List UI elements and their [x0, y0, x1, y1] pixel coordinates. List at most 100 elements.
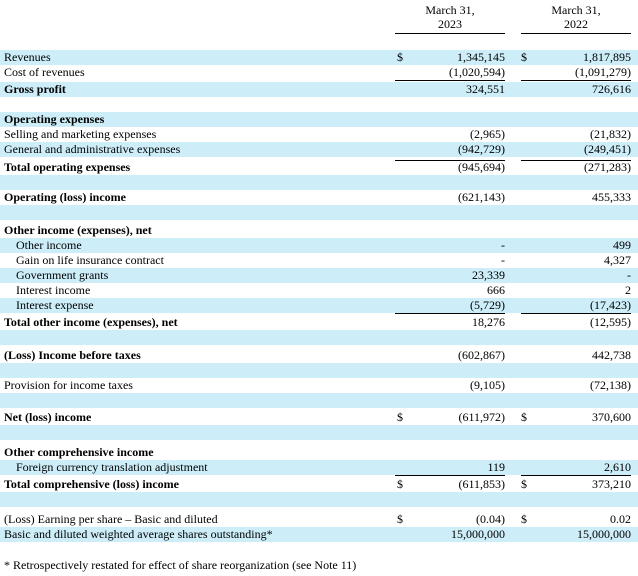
value-2023: 23,339 [472, 268, 505, 282]
value-2023: (0.04) [476, 512, 505, 526]
column-header-2022-line2: 2022 [564, 17, 588, 31]
rule-line [521, 313, 631, 314]
column-header-2023: March 31, 2023 [395, 3, 505, 31]
row-label: Total other income (expenses), net [4, 315, 178, 329]
value-2023: (602,867) [458, 348, 505, 362]
table-row [0, 175, 638, 190]
value-2023: (1,020,594) [449, 65, 505, 79]
column-header-2022: March 31, 2022 [521, 3, 631, 31]
value-2022: (12,595) [590, 315, 631, 329]
value-2022: 373,210 [592, 477, 631, 491]
value-2022: 499 [613, 238, 631, 252]
table-row: Operating expenses [0, 112, 638, 127]
value-2023: (942,729) [458, 142, 505, 156]
table-row: (Loss) Income before taxes (602,867) 442,7… [0, 348, 638, 363]
table-row [0, 425, 638, 440]
row-label: Operating (loss) income [4, 190, 126, 204]
rule-line [395, 160, 505, 161]
row-label: Cost of revenues [4, 65, 85, 79]
value-2023: (945,694) [458, 160, 505, 174]
column-header-2022-line1: March 31, [551, 3, 601, 17]
table-row [0, 205, 638, 220]
row-label: (Loss) Earning per share – Basic and dil… [4, 512, 218, 526]
value-2023: 324,551 [466, 82, 505, 96]
table-row: Net (loss) income $ (611,972) $370,600 [0, 410, 638, 429]
table-row: Total comprehensive (loss) income $ (611,8… [0, 477, 638, 496]
value-2022: (17,423) [590, 298, 631, 312]
row-label: Operating expenses [4, 112, 105, 126]
table-row: Revenues $1,345,145 $1,817,895 [0, 50, 638, 65]
row-label: Net (loss) income [4, 410, 92, 424]
value-2023: (611,853) [458, 477, 505, 491]
row-label: Total operating expenses [4, 160, 131, 174]
rule-line [521, 160, 631, 161]
value-2022: (271,283) [584, 160, 631, 174]
row-label: Revenues [4, 50, 51, 64]
table-row: Gross profit 324,551 726,616 [0, 82, 638, 97]
table-row: Foreign currency translation adjustment 1… [0, 460, 638, 476]
value-2023: (2,965) [470, 127, 505, 141]
value-2022: (72,138) [590, 378, 631, 392]
column-header-2023-line2: 2023 [438, 17, 462, 31]
value-2022: 726,616 [592, 82, 631, 96]
value-2023: (621,143) [458, 190, 505, 204]
table-row: Other income - 499 [0, 238, 638, 253]
table-row: Total operating expenses (945,694) (271,28… [0, 160, 638, 175]
column-header-2023-line1: March 31, [425, 3, 475, 17]
value-2023: 119 [487, 460, 505, 474]
table-row [0, 97, 638, 112]
value-2022: - [627, 268, 631, 282]
row-label: Selling and marketing expenses [4, 127, 157, 141]
value-2023: 15,000,000 [451, 527, 505, 541]
value-2022: 442,738 [592, 348, 631, 362]
row-label: Gross profit [4, 82, 66, 96]
table-row: Total other income (expenses), net 18,276… [0, 315, 638, 334]
value-2022: 1,817,895 [583, 50, 631, 64]
table-row: Other comprehensive income [0, 445, 638, 460]
rule-line [395, 313, 505, 314]
footnote: * Retrospectively restated for effect of… [4, 558, 357, 572]
header-underline-2023 [395, 33, 505, 34]
value-2023: - [501, 253, 505, 267]
row-label: Foreign currency translation adjustment [16, 460, 208, 474]
table-row: (Loss) Earning per share – Basic and dil… [0, 512, 638, 527]
value-2022: (249,451) [584, 142, 631, 156]
table-row: Gain on life insurance contract - 4,327 [0, 253, 638, 268]
value-2023: 666 [487, 283, 505, 297]
row-label: Other income [16, 238, 82, 252]
value-2022: 370,600 [592, 410, 631, 424]
value-2023: (9,105) [470, 378, 505, 392]
row-label: Other comprehensive income [4, 445, 154, 459]
table-row: Basic and diluted weighted average share… [0, 527, 638, 542]
value-2022: 0.02 [610, 512, 631, 526]
table-row: General and administrative expenses (942,… [0, 142, 638, 157]
rule-line [521, 475, 631, 476]
table-row [0, 492, 638, 507]
table-row [0, 330, 638, 345]
value-2023: 1,345,145 [457, 50, 505, 64]
value-2022: 4,327 [604, 253, 631, 267]
value-2022: 2,610 [604, 460, 631, 474]
row-label: Interest expense [16, 298, 94, 312]
row-label: Gain on life insurance contract [16, 253, 164, 267]
row-label: Interest income [16, 283, 91, 297]
row-label: Total comprehensive (loss) income [4, 477, 179, 491]
table-row [0, 393, 638, 408]
table-row: Other income (expenses), net [0, 223, 638, 238]
table-row: Provision for income taxes (9,105) (72,138… [0, 378, 638, 393]
value-2022: (1,091,279) [575, 65, 631, 79]
rule-line [521, 80, 631, 81]
row-label: General and administrative expenses [4, 142, 181, 156]
value-2023: 18,276 [472, 315, 505, 329]
value-2023: - [501, 238, 505, 252]
table-row: Selling and marketing expenses (2,965) (21… [0, 127, 638, 142]
value-2022: 2 [625, 283, 631, 297]
row-label: Other income (expenses), net [4, 223, 152, 237]
row-label: Government grants [16, 268, 109, 282]
row-label: (Loss) Income before taxes [4, 348, 141, 362]
table-row: Cost of revenues (1,020,594) (1,091,279) [0, 65, 638, 81]
table-row: Interest income 666 2 [0, 283, 638, 298]
table-row: Operating (loss) income (621,143) 455,333 [0, 190, 638, 206]
value-2022: (21,832) [590, 127, 631, 141]
header-underline-2022 [521, 33, 631, 34]
